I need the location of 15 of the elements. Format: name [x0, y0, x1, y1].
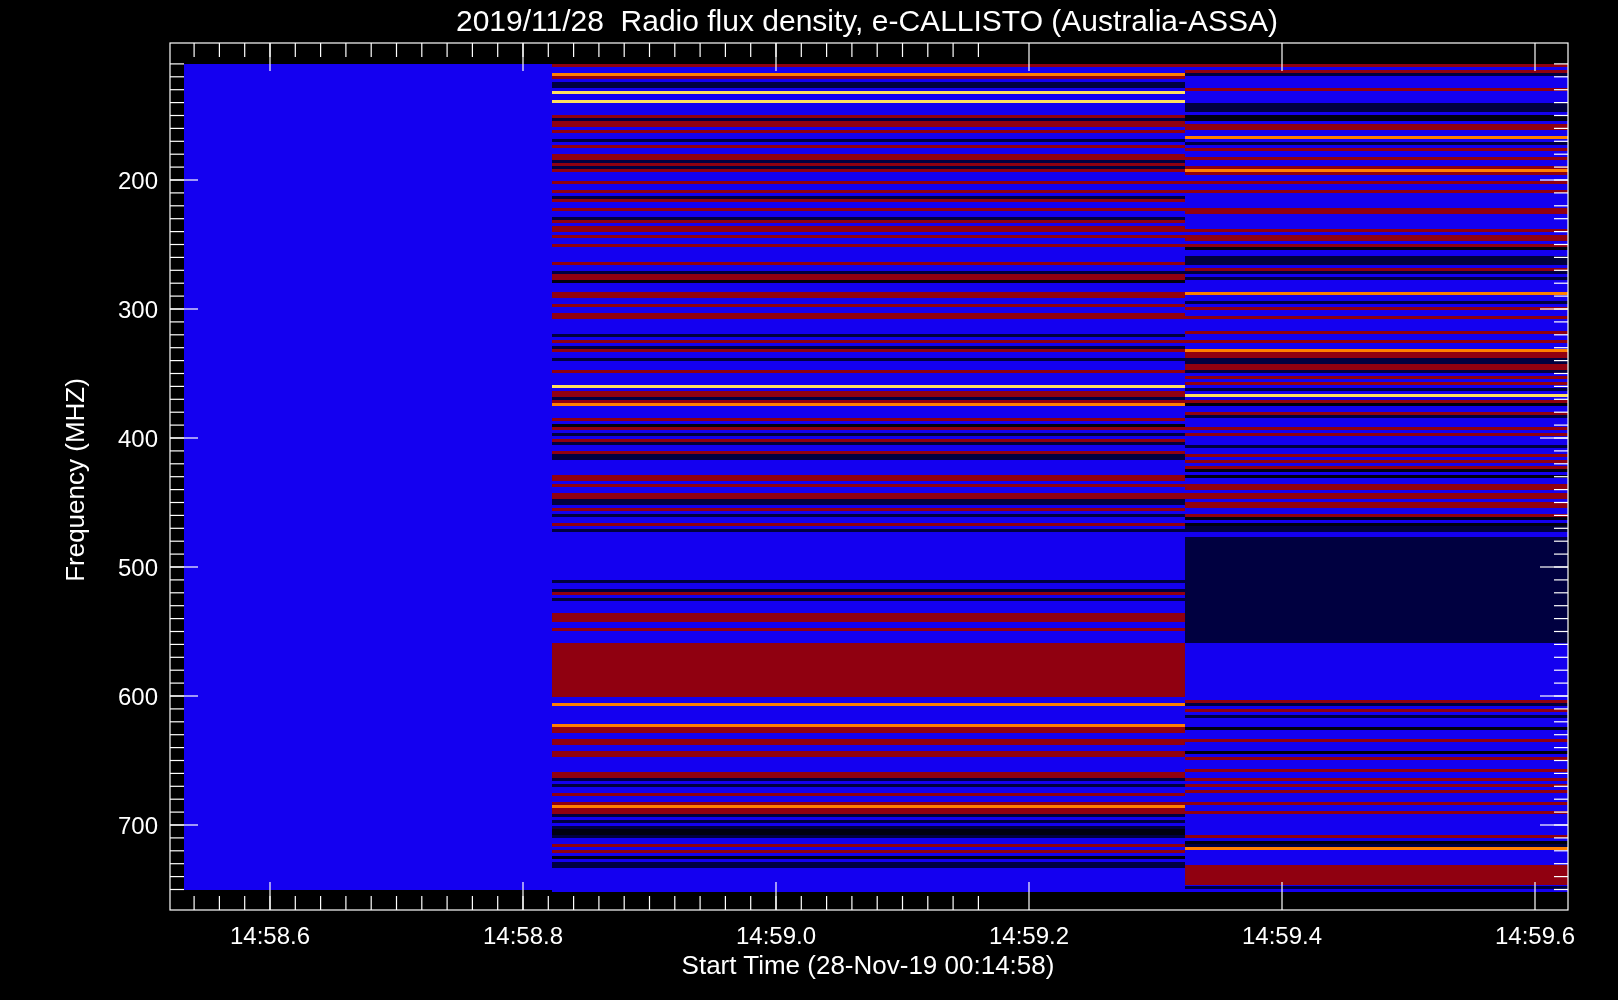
axis-label: Frequency (MHZ) — [60, 378, 90, 582]
tick-label: 300 — [117, 296, 158, 323]
tick-label: 200 — [117, 167, 158, 194]
tick-label: 14:58.8 — [482, 922, 564, 949]
tick-label: 700 — [117, 812, 158, 839]
axis-label: Start Time (28-Nov-19 00:14:58) — [681, 950, 1055, 980]
tick-label: 600 — [117, 683, 158, 710]
tick-label: 500 — [117, 554, 158, 581]
tick-label: 14:59.0 — [735, 922, 817, 949]
tick-label: 14:58.6 — [229, 922, 311, 949]
tick-label: 14:59.2 — [988, 922, 1070, 949]
tick-label: 14:59.6 — [1494, 922, 1576, 949]
tick-label: 400 — [117, 425, 158, 452]
tick-label: 14:59.4 — [1241, 922, 1323, 949]
chart-title: 2019/11/28 Radio flux density, e-CALLISTO (Australia-ASSA) — [455, 4, 1279, 37]
